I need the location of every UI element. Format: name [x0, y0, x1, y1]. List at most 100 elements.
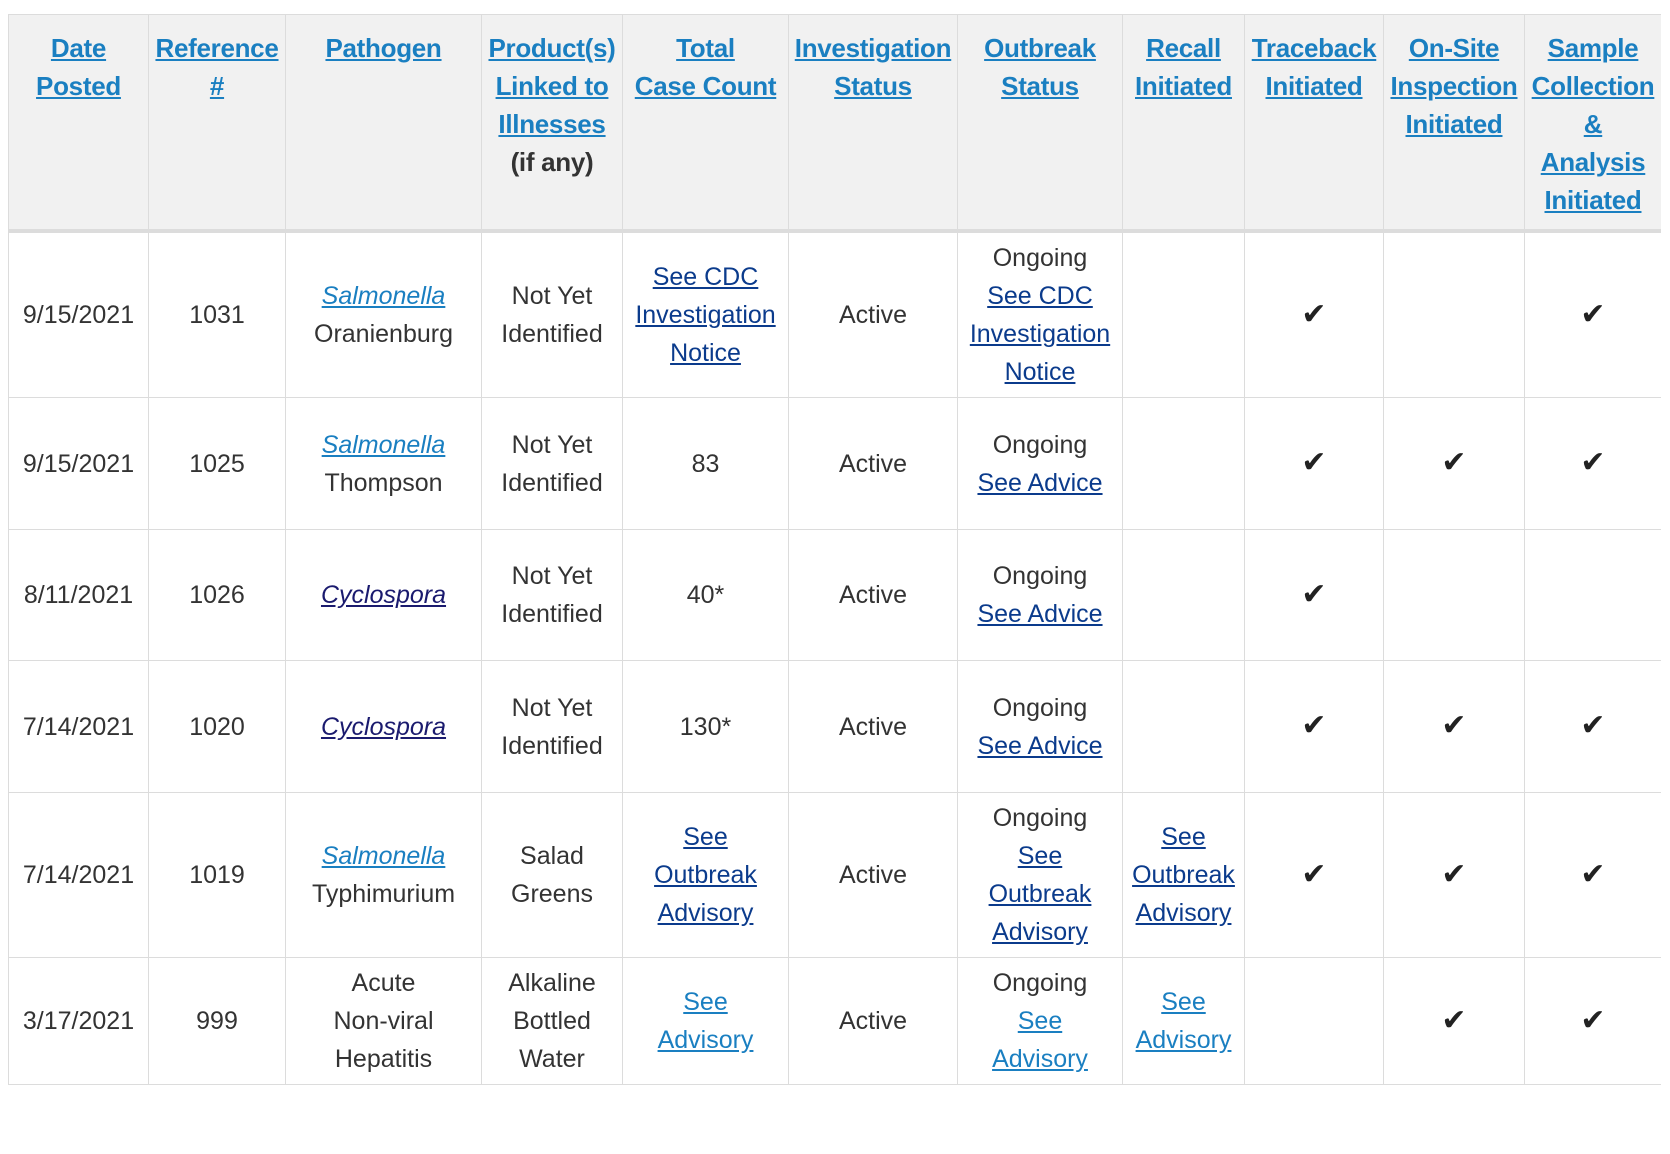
- outbreak-advice-link-line: Notice: [1004, 358, 1076, 386]
- case-count-link-line: See: [683, 823, 728, 851]
- case-count-link[interactable]: See Outbreak Advisory: [627, 818, 784, 932]
- cell-investigation-status: Active: [788, 792, 958, 958]
- recall-advisory-link-line: Outbreak: [1132, 861, 1235, 889]
- checkmark-icon: ✔: [1580, 709, 1606, 742]
- header-total-case-count: Total Case Count: [622, 14, 789, 233]
- cell-outbreak-status: Ongoing See Advice: [957, 397, 1123, 530]
- outbreak-advice-link[interactable]: See Advice: [962, 595, 1118, 633]
- cell-pathogen: Salmonella Typhimurium: [285, 792, 482, 958]
- pathogen-link[interactable]: Salmonella: [290, 277, 477, 315]
- cell-date-posted: 9/15/2021: [8, 230, 149, 398]
- header-label-line: Posted: [36, 71, 121, 101]
- cell-outbreak-status: Ongoing See CDC Investigation Notice: [957, 230, 1123, 398]
- cell-total-case-count: 130*: [622, 660, 789, 793]
- header-label-line: Pathogen: [325, 33, 442, 63]
- header-onsite-inspection-initiated: On-Site Inspection Initiated: [1383, 14, 1525, 233]
- header-sort-link-outbreak-status[interactable]: Outbreak Status: [962, 29, 1118, 105]
- header-sort-link-recall-initiated[interactable]: Recall Initiated: [1127, 29, 1240, 105]
- checkmark-icon: ✔: [1580, 297, 1606, 331]
- cell-traceback-initiated: ✔: [1244, 529, 1384, 661]
- table-row: 9/15/2021 1025 Salmonella Thompson Not Yet Id…: [8, 397, 1661, 530]
- header-label-line: Outbreak: [984, 33, 1096, 63]
- checkmark-icon: ✔: [1441, 857, 1467, 891]
- outbreak-advice-link-line: See: [1017, 842, 1063, 870]
- cell-pathogen: Acute Non-viral Hepatitis: [285, 957, 482, 1085]
- header-sort-link-date-posted[interactable]: Date Posted: [13, 29, 144, 105]
- cell-products-linked: Not Yet Identified: [481, 230, 623, 398]
- table-row: 8/11/2021 1026 Cyclospora Not Yet Identified…: [8, 529, 1661, 661]
- product-line: Bottled: [513, 1007, 591, 1035]
- cell-onsite-inspection-initiated: ✔: [1383, 660, 1525, 793]
- table-row: 7/14/2021 1019 Salmonella Typhimurium Salad G…: [8, 792, 1661, 958]
- header-label-line: Inspection: [1390, 71, 1518, 101]
- cell-sample-collection-initiated: ✔: [1524, 660, 1661, 793]
- outbreak-status-text: Ongoing: [992, 430, 1088, 459]
- cell-reference-number: 1020: [148, 660, 286, 793]
- checkmark-icon: ✔: [1441, 446, 1467, 479]
- pathogen-link[interactable]: Cyclospora: [290, 708, 477, 746]
- header-sort-link-pathogen[interactable]: Pathogen: [290, 29, 477, 67]
- case-count-link-line: See CDC: [652, 263, 759, 291]
- header-label-line: Initiated: [1544, 185, 1642, 215]
- pathogen-name-line: Hepatitis: [334, 1045, 433, 1073]
- case-count-value: 83: [691, 449, 720, 478]
- case-count-link[interactable]: See CDC Investigation Notice: [627, 258, 784, 372]
- cell-total-case-count: See Outbreak Advisory: [622, 792, 789, 958]
- outbreak-advice-link[interactable]: See Advisory: [962, 1002, 1118, 1078]
- header-sort-link-sample-collection-initiated[interactable]: Sample Collection & Analysis Initiated: [1529, 29, 1657, 219]
- case-count-link[interactable]: See Advisory: [627, 983, 784, 1059]
- header-sort-link-products-linked[interactable]: Product(s) Linked to Illnesses: [486, 29, 618, 143]
- cell-pathogen: Cyclospora: [285, 660, 482, 793]
- outbreak-advice-link-line: See Advice: [977, 731, 1103, 760]
- recall-advisory-link[interactable]: See Outbreak Advisory: [1127, 818, 1240, 932]
- outbreak-advice-link[interactable]: See Advice: [962, 727, 1118, 765]
- recall-advisory-link-line: See: [1161, 988, 1206, 1016]
- outbreak-status-text: Ongoing: [992, 562, 1088, 590]
- outbreak-status-text: Ongoing: [992, 244, 1088, 272]
- header-sort-link-reference-number[interactable]: Reference #: [153, 29, 281, 105]
- header-label-line: Reference: [155, 33, 279, 63]
- cell-recall-initiated: See Advisory: [1122, 957, 1245, 1085]
- cell-traceback-initiated: ✔: [1244, 230, 1384, 398]
- header-sort-link-investigation-status[interactable]: Investigation Status: [793, 29, 953, 105]
- outbreak-advice-link[interactable]: See Advice: [962, 464, 1118, 502]
- header-label-line: Status: [834, 71, 912, 101]
- cell-investigation-status: Active: [788, 529, 958, 661]
- checkmark-icon: ✔: [1441, 709, 1467, 742]
- header-sort-link-traceback-initiated[interactable]: Traceback Initiated: [1249, 29, 1379, 105]
- outbreak-advice-link-line: See Advice: [977, 600, 1103, 628]
- cell-onsite-inspection-initiated: [1383, 230, 1525, 398]
- pathogen-link[interactable]: Salmonella: [290, 837, 477, 875]
- cell-pathogen: Cyclospora: [285, 529, 482, 661]
- header-sort-link-onsite-inspection-initiated[interactable]: On-Site Inspection Initiated: [1388, 29, 1520, 143]
- outbreak-advice-link[interactable]: See CDC Investigation Notice: [962, 277, 1118, 391]
- cell-reference-number: 1031: [148, 230, 286, 398]
- checkmark-icon: ✔: [1301, 297, 1327, 331]
- header-label-line: Analysis: [1540, 147, 1646, 177]
- header-label-line: Product(s): [488, 33, 616, 63]
- product-line: Not Yet: [511, 282, 593, 310]
- cell-investigation-status: Active: [788, 957, 958, 1085]
- checkmark-icon: ✔: [1580, 857, 1606, 891]
- pathogen-link[interactable]: Cyclospora: [290, 576, 477, 614]
- cell-products-linked: Not Yet Identified: [481, 397, 623, 530]
- header-sort-link-total-case-count[interactable]: Total Case Count: [627, 29, 784, 105]
- header-label-line: Initiated: [1265, 71, 1363, 101]
- outbreak-advice-link[interactable]: See Outbreak Advisory: [962, 837, 1118, 951]
- cell-traceback-initiated: ✔: [1244, 397, 1384, 530]
- pathogen-name-line: Oranienburg: [314, 320, 453, 348]
- cell-pathogen: Salmonella Oranienburg: [285, 230, 482, 398]
- header-label-line: Case Count: [634, 71, 777, 101]
- header-label-line: Total: [676, 33, 735, 63]
- case-count-link-line: Notice: [670, 339, 741, 367]
- product-line: Not Yet: [511, 693, 593, 722]
- outbreak-status-text: Ongoing: [992, 804, 1088, 832]
- pathogen-name-line: Thompson: [324, 468, 443, 497]
- header-traceback-initiated: Traceback Initiated: [1244, 14, 1384, 233]
- header-label-line: Illnesses: [498, 109, 606, 139]
- recall-advisory-link[interactable]: See Advisory: [1127, 983, 1240, 1059]
- recall-advisory-link-line: Advisory: [1135, 1026, 1232, 1054]
- pathogen-link[interactable]: Salmonella: [290, 426, 477, 464]
- checkmark-icon: ✔: [1301, 857, 1327, 891]
- case-count-link-line: Advisory: [657, 899, 754, 927]
